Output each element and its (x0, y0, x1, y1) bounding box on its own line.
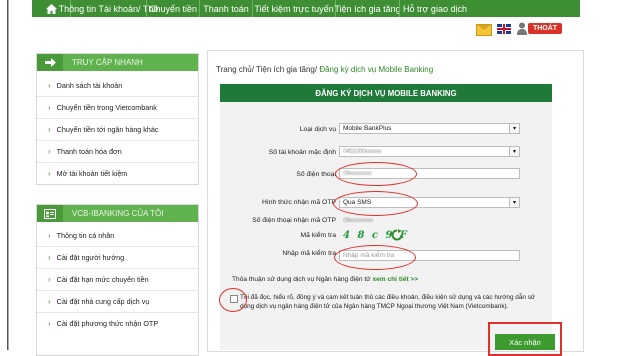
sidebar-item-label: Chuyển tiền trong Vietcombank (56, 103, 157, 112)
default-account-select[interactable]: 0451000xxxxxx ▾ (339, 146, 520, 157)
sidebar-item-label: Thông tin cá nhân (56, 231, 115, 240)
sidebar-item-transfer-internal[interactable]: › Chuyển tiền trong Vietcombank (37, 96, 198, 118)
user-icon (517, 22, 527, 35)
sidebar-item-bill-payment[interactable]: › Thanh toán hóa đơn (37, 140, 198, 162)
chevron-right-icon: › (48, 253, 51, 262)
breadcrumb: Trang chủ/ Tiện ích gia tăng/ Đăng ký dị… (216, 65, 433, 74)
sidebar-item-service-provider[interactable]: › Cài đặt nhà cung cấp dịch vụ (37, 290, 198, 312)
sidebar-item-beneficiary[interactable]: › Cài đặt người hưởng (37, 246, 198, 268)
captcha-input-label: Nhập mã kiểm tra (282, 250, 336, 257)
chevron-right-icon: › (48, 147, 51, 156)
chevron-right-icon: › (48, 319, 51, 328)
chevron-down-icon: ▾ (509, 198, 519, 207)
sidebar-item-label: Cài đặt phương thức nhận OTP (56, 319, 159, 328)
sidebar-item-label: Cài đặt nhà cung cấp dịch vụ (56, 297, 150, 306)
quick-access-header: TRUY CẬP NHANH (37, 54, 198, 71)
my-ibanking-title: VCB-IBANKING CỦA TÔI (72, 209, 164, 218)
nav-account-card[interactable]: Thông tin Tài khoản/ Thẻ (59, 0, 158, 17)
breadcrumb-home[interactable]: Trang chủ/ (216, 65, 256, 74)
chevron-right-icon: › (48, 231, 51, 240)
sidebar-item-label: Cài đặt người hưởng (56, 253, 125, 262)
annotation-box-submit (488, 322, 562, 356)
chevron-right-icon: › (48, 125, 51, 134)
top-nav: Thông tin Tài khoản/ Thẻ Chuyển tiền Tha… (32, 0, 580, 17)
my-ibanking-panel: VCB-IBANKING CỦA TÔI › Thông tin cá nhân … (36, 204, 199, 356)
sidebar-item-label: Mở tài khoản tiết kiệm (56, 169, 128, 178)
service-type-label: Loại dịch vụ (299, 126, 336, 133)
default-account-value: 0451000xxxxxx (343, 148, 382, 155)
chevron-right-icon: › (48, 103, 51, 112)
mail-icon[interactable] (476, 24, 492, 36)
logout-button[interactable]: THOÁT (528, 23, 562, 34)
chevron-right-icon: › (48, 81, 51, 90)
quick-access-panel: TRUY CẬP NHANH › Danh sách tài khoản › Chu… (36, 53, 199, 185)
quick-access-title: TRUY CẬP NHANH (72, 58, 143, 67)
default-account-label: Số tài khoản mặc định (268, 149, 336, 156)
chevron-down-icon: ▾ (509, 147, 519, 156)
breadcrumb-current: Đăng ký dịch vụ Mobile Banking (319, 65, 434, 74)
sidebar-item-label: Chuyển tiền tới ngân hàng khác (56, 125, 159, 134)
sidebar-item-personal-info[interactable]: › Thông tin cá nhân (37, 225, 198, 246)
service-type-select[interactable]: Mobile BankPlus ▾ (339, 123, 520, 134)
sidebar-item-account-list[interactable]: › Danh sách tài khoản (37, 75, 198, 96)
captcha-label: Mã kiểm tra (300, 232, 336, 239)
home-icon (45, 3, 57, 14)
sidebar-item-label: Danh sách tài khoản (56, 81, 123, 90)
chevron-right-icon: › (48, 169, 51, 178)
nav-support[interactable]: Hỗ trợ giao dịch (399, 0, 470, 17)
profile-card-icon (37, 205, 63, 222)
terms-line: Thỏa thuận sử dụng dịch vụ Ngân hàng điệ… (232, 276, 418, 283)
sidebar-item-label: Cài đặt hạn mức chuyển tiền (56, 275, 149, 284)
nav-online-savings[interactable]: Tiết kiệm trực tuyến (252, 0, 335, 17)
my-ibanking-header: VCB-IBANKING CỦA TÔI (37, 205, 198, 222)
sidebar-item-otp-method[interactable]: › Cài đặt phương thức nhận OTP (37, 312, 198, 334)
annotation-circle-captcha (334, 245, 416, 270)
agree-text: Tôi đã đọc, hiểu rõ, đồng ý và cam kết t… (240, 294, 536, 310)
english-flag-icon[interactable] (497, 24, 511, 34)
frame-edge-line-inner (8, 0, 9, 350)
terms-text: Thỏa thuận sử dụng dịch vụ Ngân hàng điệ… (232, 276, 373, 283)
terms-link[interactable]: xem chi tiết >> (372, 276, 418, 283)
chevron-down-icon: ▾ (509, 124, 519, 133)
sidebar-item-transfer-external[interactable]: › Chuyển tiền tới ngân hàng khác (37, 118, 198, 140)
sidebar-item-transfer-limit[interactable]: › Cài đặt hạn mức chuyển tiền (37, 268, 198, 290)
nav-payment[interactable]: Thanh toán (199, 0, 252, 17)
otp-phone-label: Số điện thoại nhận mã OTP (252, 217, 336, 224)
annotation-circle-checkbox (219, 288, 247, 312)
refresh-icon[interactable] (391, 229, 403, 241)
annotation-circle-otp (333, 191, 418, 216)
form-panel (220, 102, 552, 350)
phone-label: Số điện thoại (296, 171, 336, 178)
nav-value-added[interactable]: Tiện ích gia tăng (334, 0, 401, 17)
sidebar-item-label: Thanh toán hóa đơn (56, 147, 122, 156)
arrow-right-icon (37, 54, 63, 71)
form-title: ĐĂNG KÝ DỊCH VỤ MOBILE BANKING (220, 84, 552, 102)
otp-phone-value: 09xxxxxxxx (343, 217, 373, 224)
otp-method-label: Hình thức nhận mã OTP (261, 199, 336, 206)
annotation-circle-phone (335, 162, 417, 186)
breadcrumb-section[interactable]: Tiện ích gia tăng/ (256, 65, 319, 74)
chevron-right-icon: › (48, 297, 51, 306)
chevron-right-icon: › (48, 275, 51, 284)
sidebar-item-open-savings[interactable]: › Mở tài khoản tiết kiệm (37, 162, 198, 184)
service-type-value: Mobile BankPlus (343, 125, 392, 132)
nav-transfer[interactable]: Chuyển tiền (146, 0, 199, 17)
